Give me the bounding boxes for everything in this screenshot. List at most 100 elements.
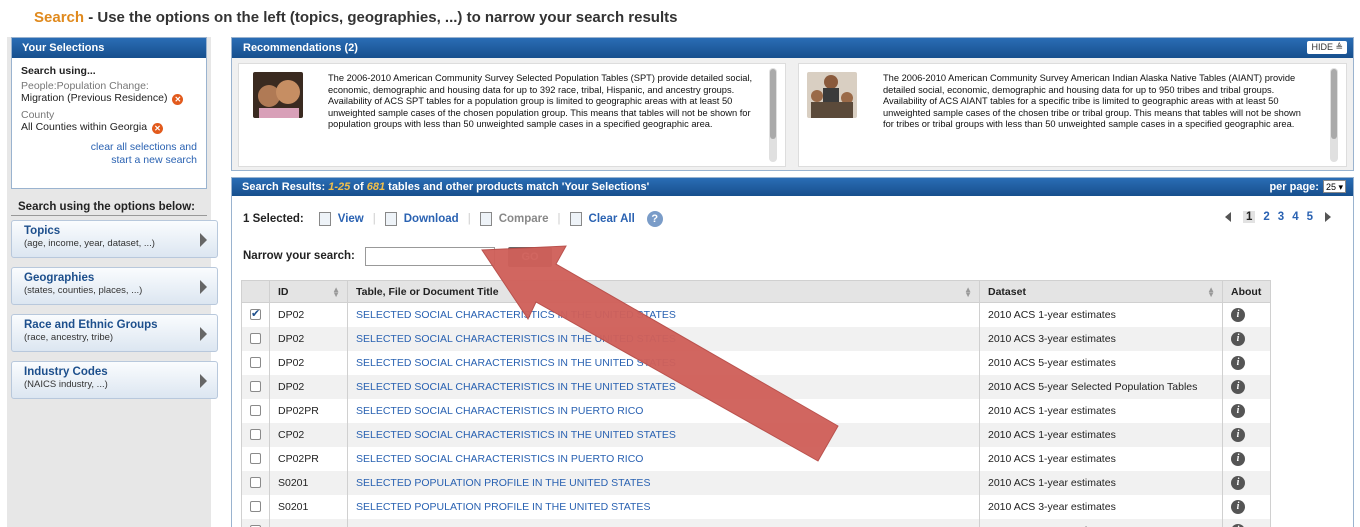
info-icon[interactable]: i <box>1231 523 1245 527</box>
row-about-cell: i <box>1222 374 1271 399</box>
view-label: View <box>337 213 364 225</box>
help-icon[interactable]: ? <box>646 211 663 227</box>
results-range: 1-25 <box>328 181 351 193</box>
options-heading: Search using the options below: <box>18 201 195 213</box>
next-page-icon[interactable] <box>1325 212 1331 222</box>
row-title-link[interactable]: SELECTED POPULATION PROFILE IN PUERTO RI… <box>347 518 980 527</box>
compare-button[interactable]: Compare <box>479 212 549 226</box>
checkbox-icon[interactable] <box>250 381 261 393</box>
row-title-link[interactable]: SELECTED SOCIAL CHARACTERISTICS IN PUERT… <box>347 446 980 471</box>
clear-link-line: clear all selections and <box>90 141 197 153</box>
page-link[interactable]: 1 <box>1242 211 1256 223</box>
info-icon[interactable]: i <box>1231 475 1245 490</box>
row-about-cell: i <box>1222 422 1271 447</box>
race-ethnic-groups-button[interactable]: Race and Ethnic Groups (race, ancestry, … <box>11 314 218 352</box>
family-photo <box>253 72 303 118</box>
info-icon[interactable]: i <box>1231 427 1245 442</box>
page-link[interactable]: 5 <box>1307 211 1313 223</box>
geographies-button[interactable]: Geographies (states, counties, places, .… <box>11 267 218 305</box>
clear-link-line: start a new search <box>111 154 197 166</box>
selection-label: County <box>21 109 55 121</box>
scrollbar[interactable] <box>769 68 777 162</box>
info-icon[interactable]: i <box>1231 331 1245 346</box>
id-column-header[interactable]: ID ▲ ▼ <box>269 280 348 303</box>
topics-button[interactable]: Topics (age, income, year, dataset, ...) <box>11 220 218 258</box>
page-link[interactable]: 3 <box>1278 211 1284 223</box>
row-title-link[interactable]: SELECTED SOCIAL CHARACTERISTICS IN THE U… <box>347 374 980 399</box>
clear-all-label: Clear All <box>588 213 635 225</box>
page-link[interactable]: 2 <box>1263 211 1269 223</box>
table-row: DP02PR SELECTED SOCIAL CHARACTERISTICS IN… <box>241 398 1271 423</box>
row-checkbox-cell <box>241 350 270 375</box>
go-button[interactable]: GO <box>508 247 552 267</box>
checkbox-icon[interactable] <box>250 307 261 321</box>
column-label: Dataset <box>988 285 1026 298</box>
row-dataset: 2010 ACS 5-year estimates <box>979 350 1223 375</box>
row-title-link[interactable]: SELECTED SOCIAL CHARACTERISTICS IN THE U… <box>347 422 980 447</box>
row-title-link[interactable]: SELECTED SOCIAL CHARACTERISTICS IN THE U… <box>347 350 980 375</box>
row-title-link[interactable]: SELECTED POPULATION PROFILE IN THE UNITE… <box>347 494 980 519</box>
row-title-link[interactable]: SELECTED SOCIAL CHARACTERISTICS IN PUERT… <box>347 398 980 423</box>
row-dataset: 2010 ACS 1-year estimates <box>979 422 1223 447</box>
clear-all-selections-link[interactable]: clear all selections and start a new sear… <box>21 141 197 167</box>
info-icon[interactable]: i <box>1231 355 1245 370</box>
info-icon[interactable]: i <box>1231 451 1245 466</box>
table-row: DP02SELECTED SOCIAL CHARACTERISTICS IN T… <box>241 374 1271 399</box>
clear-all-button[interactable]: Clear All <box>569 212 635 226</box>
table-row: CP02 SELECTED SOCIAL CHARACTERISTICS IN T… <box>241 422 1271 447</box>
row-about-cell: i <box>1222 446 1271 471</box>
prev-page-icon[interactable] <box>1224 212 1231 222</box>
row-title-link[interactable]: SELECTED SOCIAL CHARACTERISTICS IN THE U… <box>347 302 980 327</box>
narrow-search-input[interactable] <box>365 247 495 266</box>
chevron-right-icon <box>200 233 207 247</box>
option-title: Race and Ethnic Groups <box>24 319 158 331</box>
row-dataset: 2010 ACS 5-year Selected Population Tabl… <box>979 374 1223 399</box>
info-icon[interactable]: i <box>1231 379 1245 394</box>
chevron-right-icon <box>200 327 207 341</box>
per-page-select[interactable]: 25 ▾ <box>1322 180 1346 193</box>
info-icon[interactable]: i <box>1231 307 1245 322</box>
row-title-link[interactable]: SELECTED SOCIAL CHARACTERISTICS IN THE U… <box>347 326 980 351</box>
page-link[interactable]: 4 <box>1292 211 1298 223</box>
industry-codes-button[interactable]: Industry Codes (NAICS industry, ...) <box>11 361 218 399</box>
table-row: S0201 SELECTED POPULATION PROFILE IN THE … <box>241 470 1271 495</box>
sort-icon: ▲ ▼ <box>1207 285 1215 299</box>
row-checkbox-cell <box>241 470 270 495</box>
scrollbar[interactable] <box>1330 68 1338 162</box>
checkbox-icon[interactable] <box>250 405 261 417</box>
hide-button[interactable]: HIDE ≜ <box>1307 41 1347 54</box>
row-id: DP02PR <box>269 398 348 423</box>
column-label: Table, File or Document Title <box>356 285 499 298</box>
view-button[interactable]: View <box>318 212 364 226</box>
option-subtitle: (race, ancestry, tribe) <box>24 332 114 343</box>
download-button[interactable]: Download <box>384 212 459 226</box>
row-about-cell: i <box>1222 326 1271 351</box>
checkbox-icon[interactable] <box>250 333 261 345</box>
row-dataset: 2010 ACS 1-year estimates <box>979 470 1223 495</box>
clear-all-icon <box>569 212 582 226</box>
checkbox-icon[interactable] <box>250 477 261 489</box>
row-title-link[interactable]: SELECTED POPULATION PROFILE IN THE UNITE… <box>347 470 980 495</box>
recommendation-text: The 2006-2010 American Community Survey … <box>883 73 1301 130</box>
table-row: DP02SELECTED SOCIAL CHARACTERISTICS IN T… <box>241 302 1271 327</box>
checkbox-icon[interactable] <box>250 453 261 465</box>
download-label: Download <box>403 213 459 225</box>
info-icon[interactable]: i <box>1231 403 1245 418</box>
recommendations-title: Recommendations (2) HIDE ≜ <box>232 38 1353 58</box>
results-toolbar: 1 Selected: View | Download | Compare | … <box>243 211 663 227</box>
remove-selection-icon[interactable]: ✕ <box>151 123 163 134</box>
title-column-header[interactable]: Table, File or Document Title ▲ ▼ <box>347 280 980 303</box>
info-icon[interactable]: i <box>1231 499 1245 514</box>
row-id: CP02PR <box>269 446 348 471</box>
results-title: Search Results: 1-25 of 681 tables and o… <box>232 178 1353 196</box>
table-row: DP02SELECTED SOCIAL CHARACTERISTICS IN T… <box>241 326 1271 351</box>
search-using-label: Search using... <box>21 65 96 77</box>
selection-value: Migration (Previous Residence) <box>21 92 168 104</box>
results-of: of <box>350 181 367 193</box>
dataset-column-header[interactable]: Dataset ▲ ▼ <box>979 280 1223 303</box>
recommendations-title-text: Recommendations (2) <box>243 42 358 54</box>
checkbox-icon[interactable] <box>250 501 261 513</box>
checkbox-icon[interactable] <box>250 357 261 369</box>
checkbox-icon[interactable] <box>250 429 261 441</box>
remove-selection-icon[interactable]: ✕ <box>172 94 184 105</box>
